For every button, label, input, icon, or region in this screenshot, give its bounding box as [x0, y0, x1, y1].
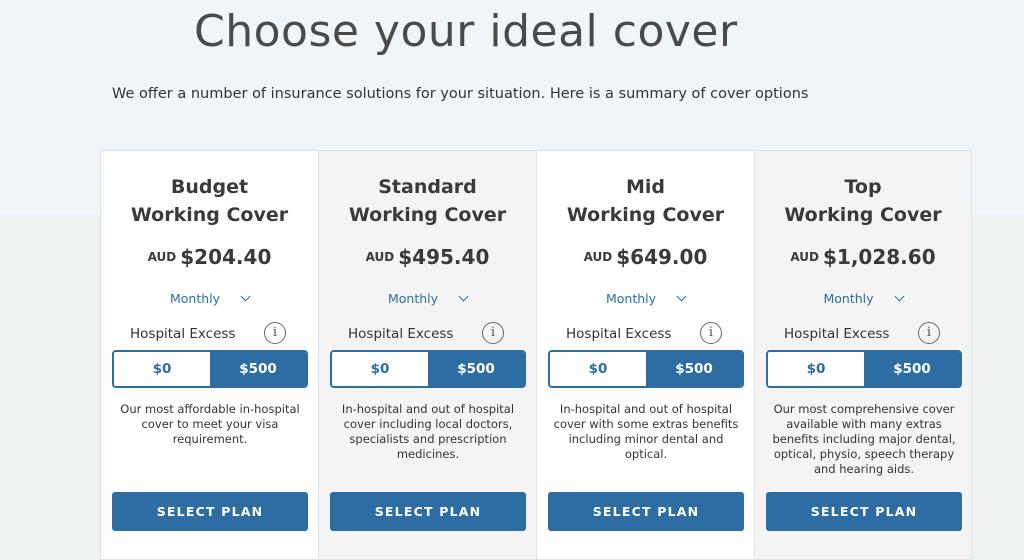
info-icon[interactable]: i	[264, 322, 286, 344]
frequency-value: Monthly	[823, 291, 874, 306]
plan-card-budget: Budget Working Cover AUD $204.40 Monthly …	[100, 150, 318, 560]
price-currency: AUD	[790, 250, 819, 264]
hospital-excess-label: Hospital Excess	[130, 326, 236, 342]
price-currency: AUD	[365, 250, 395, 264]
select-plan-button[interactable]: SELECT PLAN	[766, 492, 962, 531]
frequency-value: Monthly	[387, 291, 439, 306]
excess-option-500[interactable]: $500	[210, 352, 306, 386]
plan-title: Budget Working Cover	[101, 173, 318, 229]
excess-option-0[interactable]: $0	[114, 352, 210, 386]
plan-title-line1: Top	[844, 176, 882, 198]
plan-title: Standard Working Cover	[319, 173, 536, 229]
select-plan-button[interactable]: SELECT PLAN	[112, 492, 308, 531]
frequency-dropdown[interactable]: Monthly	[101, 291, 318, 306]
frequency-value: Monthly	[605, 291, 657, 306]
frequency-dropdown[interactable]: Monthly	[755, 291, 971, 306]
plan-title: Top Working Cover	[755, 173, 971, 229]
hospital-excess-label: Hospital Excess	[348, 326, 454, 342]
excess-option-500[interactable]: $500	[864, 352, 960, 386]
excess-toggle: $0 $500	[330, 350, 526, 388]
info-icon[interactable]: i	[918, 322, 940, 344]
plan-card-top: Top Working Cover AUD $1,028.60 Monthly H…	[754, 150, 972, 560]
excess-option-500[interactable]: $500	[428, 352, 524, 386]
plan-title-line1: Budget	[170, 176, 249, 198]
price-currency: AUD	[583, 250, 613, 264]
plan-title-line1: Standard	[378, 176, 477, 198]
select-plan-button[interactable]: SELECT PLAN	[548, 492, 744, 531]
excess-toggle: $0 $500	[112, 350, 308, 388]
plan-description: Our most affordable in-hospital cover to…	[120, 402, 300, 446]
chevron-down-icon	[240, 291, 251, 302]
plan-price: AUD $1,028.60	[755, 245, 971, 269]
excess-option-0[interactable]: $0	[550, 352, 646, 386]
plan-price: AUD $204.40	[101, 245, 318, 269]
price-amount: $1,028.60	[823, 245, 936, 269]
plan-price: AUD $495.40	[319, 245, 536, 269]
plan-card-mid: Mid Working Cover AUD $649.00 Monthly Hos…	[536, 150, 754, 560]
plan-title-line1: Mid	[625, 176, 666, 198]
plan-title-line2: Working Cover	[348, 204, 507, 226]
select-plan-button[interactable]: SELECT PLAN	[330, 492, 526, 531]
page-title: Choose your ideal cover	[194, 6, 738, 57]
price-amount: $204.40	[180, 245, 272, 269]
price-amount: $495.40	[398, 245, 490, 269]
hospital-excess-label: Hospital Excess	[566, 326, 672, 342]
plan-title: Mid Working Cover	[537, 173, 754, 229]
plan-price: AUD $649.00	[537, 245, 754, 269]
excess-option-500[interactable]: $500	[646, 352, 742, 386]
plan-description: In-hospital and out of hospital cover wi…	[553, 402, 739, 461]
excess-option-0[interactable]: $0	[332, 352, 428, 386]
plan-description: In-hospital and out of hospital cover in…	[341, 402, 515, 461]
info-icon[interactable]: i	[700, 322, 722, 344]
page-subtitle: We offer a number of insurance solutions…	[112, 86, 809, 102]
plan-card-standard: Standard Working Cover AUD $495.40 Monthl…	[318, 150, 536, 560]
frequency-value: Monthly	[169, 291, 221, 306]
excess-option-0[interactable]: $0	[768, 352, 864, 386]
hospital-excess-label: Hospital Excess	[784, 326, 890, 342]
chevron-down-icon	[894, 291, 904, 302]
excess-toggle: $0 $500	[548, 350, 744, 388]
price-currency: AUD	[147, 250, 177, 264]
plan-description: Our most comprehensive cover available w…	[772, 402, 956, 476]
plan-title-line2: Working Cover	[566, 204, 725, 226]
chevron-down-icon	[676, 291, 687, 302]
excess-toggle: $0 $500	[766, 350, 962, 388]
plan-cards: Budget Working Cover AUD $204.40 Monthly …	[100, 150, 972, 560]
chevron-down-icon	[458, 291, 469, 302]
info-icon[interactable]: i	[482, 322, 504, 344]
plan-title-line2: Working Cover	[784, 204, 942, 226]
plan-title-line2: Working Cover	[130, 204, 289, 226]
frequency-dropdown[interactable]: Monthly	[319, 291, 536, 306]
frequency-dropdown[interactable]: Monthly	[537, 291, 754, 306]
price-amount: $649.00	[616, 245, 708, 269]
